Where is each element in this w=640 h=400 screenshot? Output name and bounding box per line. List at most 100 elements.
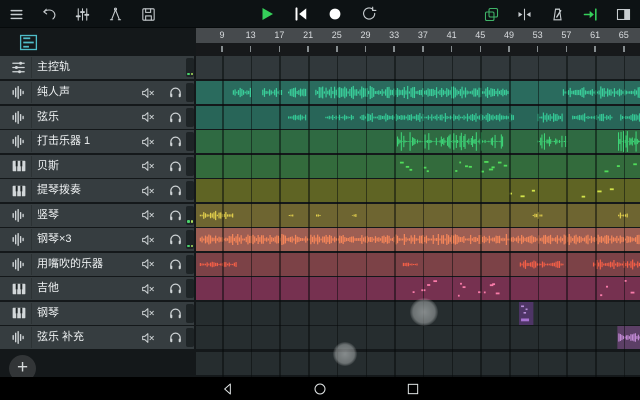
mute-speaker-icon[interactable] xyxy=(139,182,157,199)
meter-dot xyxy=(191,220,194,223)
headphones-icon[interactable] xyxy=(166,133,184,150)
mute-speaker-icon[interactable] xyxy=(139,256,157,273)
empty-lane-row[interactable] xyxy=(196,352,640,375)
duplicate-icon[interactable] xyxy=(482,3,500,25)
headphones-icon[interactable] xyxy=(166,329,184,346)
android-nav-bar xyxy=(0,377,640,400)
track-header[interactable]: 钢琴×3 xyxy=(0,228,194,251)
track-level-meter xyxy=(186,328,194,347)
lane-content xyxy=(196,81,640,104)
bar-number: 45 xyxy=(475,30,485,40)
headphones-icon[interactable] xyxy=(166,305,184,322)
waveform-icon xyxy=(6,254,32,275)
track-lane[interactable] xyxy=(196,81,640,104)
track-header[interactable]: 主控轨 xyxy=(0,56,194,79)
headphones-icon[interactable] xyxy=(166,84,184,101)
track-lane[interactable] xyxy=(196,56,640,79)
track-name: 弦乐 补充 xyxy=(37,326,84,349)
track-header[interactable]: 打击乐器 1 xyxy=(0,130,194,153)
bar-number: 25 xyxy=(332,30,342,40)
undo-icon[interactable] xyxy=(40,3,58,25)
headphones-icon[interactable] xyxy=(166,109,184,126)
track-name: 竖琴 xyxy=(37,204,59,227)
mute-speaker-icon[interactable] xyxy=(139,133,157,150)
track-lane[interactable] xyxy=(196,326,640,349)
metronome-icon[interactable] xyxy=(548,3,566,25)
grid-line xyxy=(279,56,281,377)
ruler-tick-mark xyxy=(336,46,338,52)
timeline-ruler[interactable]: 91317212529333741454953576165 xyxy=(196,28,640,56)
headphones-icon[interactable] xyxy=(166,207,184,224)
bar-number: 13 xyxy=(246,30,256,40)
meter-dot xyxy=(191,245,194,248)
nav-home-button[interactable] xyxy=(311,380,328,397)
track-header[interactable]: 弦乐 xyxy=(0,106,194,129)
track-lane[interactable] xyxy=(196,106,640,129)
track-header[interactable]: 吉他 xyxy=(0,277,194,300)
headphones-icon[interactable] xyxy=(166,280,184,297)
toolbar-left-group xyxy=(7,0,157,28)
touch-indicator xyxy=(410,298,438,326)
ruler-tick-mark xyxy=(221,46,223,52)
mute-speaker-icon[interactable] xyxy=(139,305,157,322)
skip-to-start-icon[interactable] xyxy=(292,3,310,25)
track-name: 纯人声 xyxy=(37,81,70,104)
toolbar-right-group xyxy=(482,0,632,28)
headphones-icon[interactable] xyxy=(166,231,184,248)
grid-line xyxy=(566,56,568,377)
menu-icon[interactable] xyxy=(7,3,25,25)
track-header[interactable]: 弦乐 补充 xyxy=(0,326,194,349)
grid-line xyxy=(394,56,396,377)
grid-line xyxy=(509,56,511,377)
record-icon[interactable] xyxy=(326,3,344,25)
mixer-sliders-icon[interactable] xyxy=(73,3,91,25)
track-level-meter xyxy=(186,255,194,274)
track-header[interactable]: 纯人声 xyxy=(0,81,194,104)
track-level-meter xyxy=(186,181,194,200)
lane-content xyxy=(196,204,640,227)
grid-line xyxy=(366,56,368,377)
mute-speaker-icon[interactable] xyxy=(139,207,157,224)
track-lane[interactable] xyxy=(196,179,640,202)
ruler-tick-mark xyxy=(250,46,252,52)
mute-speaker-icon[interactable] xyxy=(139,109,157,126)
snap-icon[interactable] xyxy=(515,3,533,25)
save-icon[interactable] xyxy=(139,3,157,25)
tracks-view-toggle[interactable] xyxy=(16,32,40,53)
step-forward-icon[interactable] xyxy=(581,3,599,25)
tools-icon[interactable] xyxy=(106,3,124,25)
ruler-tick-mark xyxy=(594,46,596,52)
mute-speaker-icon[interactable] xyxy=(139,280,157,297)
track-lane[interactable] xyxy=(196,228,640,251)
mute-speaker-icon[interactable] xyxy=(139,158,157,175)
mute-speaker-icon[interactable] xyxy=(139,84,157,101)
track-header[interactable]: 贝斯 xyxy=(0,155,194,178)
panel-toggle-icon[interactable] xyxy=(614,3,632,25)
track-lane[interactable] xyxy=(196,277,640,300)
track-lane[interactable] xyxy=(196,204,640,227)
headphones-icon[interactable] xyxy=(166,182,184,199)
lane-content xyxy=(196,277,640,300)
loop-icon[interactable] xyxy=(360,3,378,25)
nav-recents-button[interactable] xyxy=(404,380,421,397)
headphones-icon[interactable] xyxy=(166,256,184,273)
track-header[interactable]: 钢琴 xyxy=(0,302,194,325)
track-name: 钢琴×3 xyxy=(37,228,72,251)
ruler-ticks xyxy=(196,43,640,56)
bar-number: 49 xyxy=(504,30,514,40)
mute-speaker-icon[interactable] xyxy=(139,329,157,346)
play-icon[interactable] xyxy=(258,3,276,25)
waveform-icon xyxy=(6,107,32,128)
nav-back-button[interactable] xyxy=(219,380,236,397)
track-header[interactable]: 竖琴 xyxy=(0,204,194,227)
bar-number: 29 xyxy=(360,30,370,40)
headphones-icon[interactable] xyxy=(166,158,184,175)
track-header[interactable]: 用嘴吹的乐器 xyxy=(0,253,194,276)
ruler-tick-mark xyxy=(508,46,510,52)
track-lane[interactable] xyxy=(196,253,640,276)
mute-speaker-icon[interactable] xyxy=(139,231,157,248)
ruler-tick-mark xyxy=(422,46,424,52)
track-lane[interactable] xyxy=(196,155,640,178)
track-lane[interactable] xyxy=(196,130,640,153)
track-header[interactable]: 提琴拨奏 xyxy=(0,179,194,202)
